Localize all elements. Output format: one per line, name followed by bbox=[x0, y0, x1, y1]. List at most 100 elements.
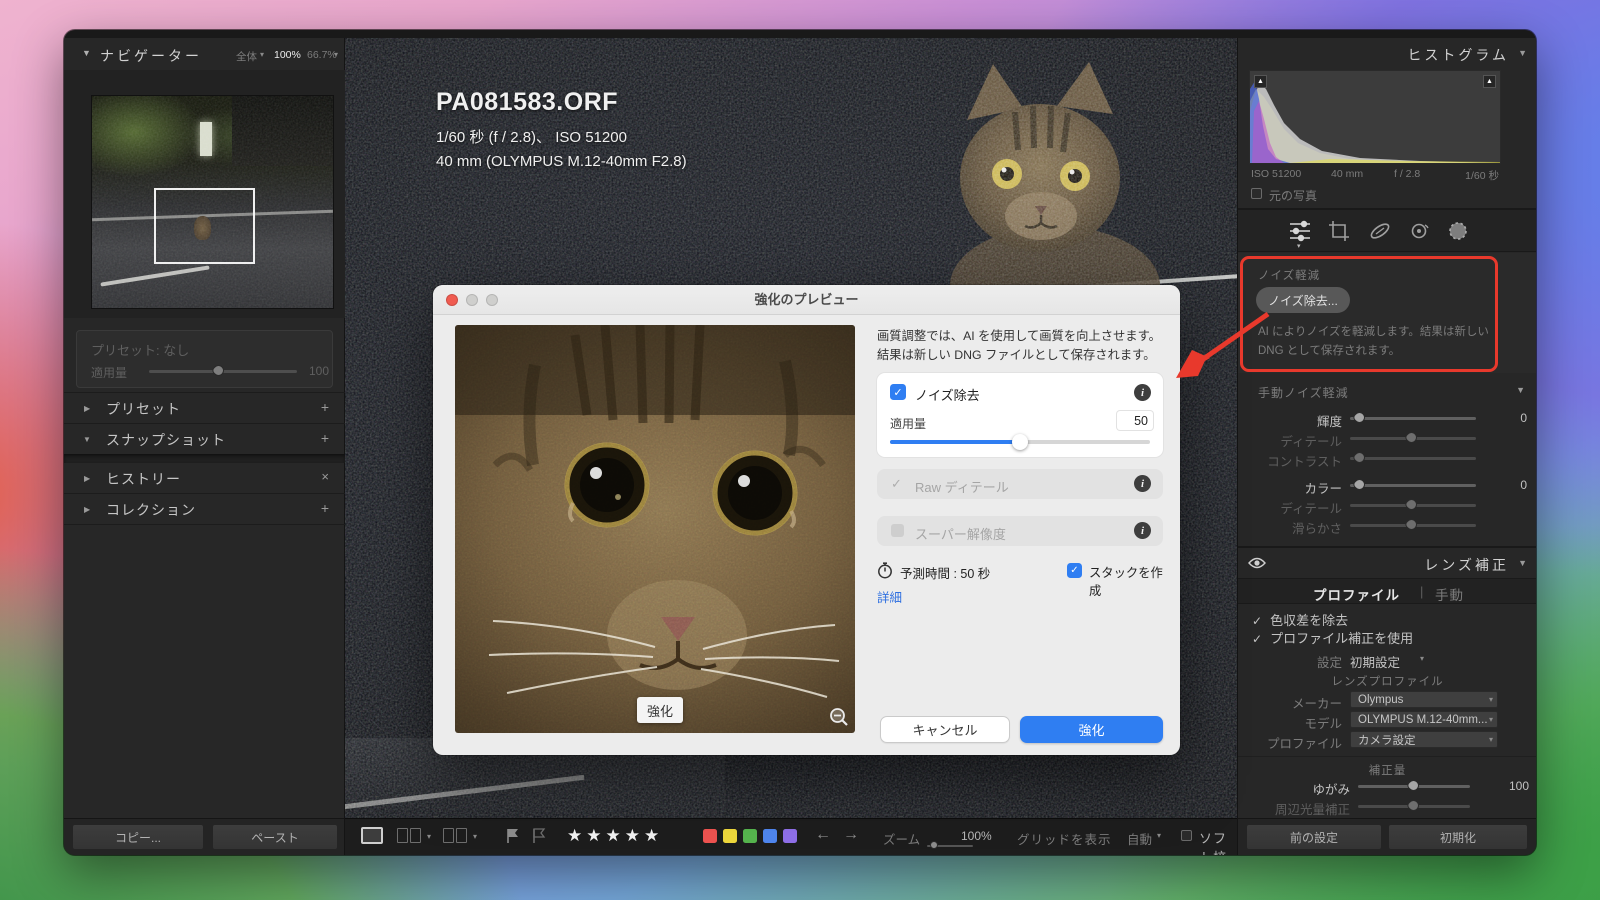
reset-button[interactable]: 初期化 bbox=[1388, 824, 1528, 850]
vignetting-slider[interactable] bbox=[1358, 805, 1470, 808]
zoom-slider[interactable] bbox=[927, 845, 973, 847]
navigator-zoom-100[interactable]: 100% bbox=[274, 49, 301, 61]
info-icon[interactable]: i bbox=[1134, 384, 1151, 401]
loupe-view-icon[interactable] bbox=[361, 827, 383, 844]
minimize-traffic-light[interactable] bbox=[466, 294, 478, 306]
zoom-traffic-light[interactable] bbox=[486, 294, 498, 306]
contrast-slider[interactable] bbox=[1350, 457, 1476, 460]
disclosure-triangle-icon[interactable]: ▼ bbox=[1518, 558, 1527, 568]
checkmark-icon[interactable]: ✓ bbox=[1252, 614, 1262, 628]
chevron-updown-icon[interactable]: ▾ bbox=[334, 50, 338, 59]
super-resolution-checkbox[interactable] bbox=[891, 524, 904, 537]
cancel-button[interactable]: キャンセル bbox=[880, 716, 1010, 743]
auto-button[interactable]: 自動 bbox=[1127, 829, 1152, 848]
sidebar-item-presets[interactable]: ▶ プリセット + bbox=[64, 393, 345, 423]
chevron-down-icon[interactable]: ▾ bbox=[1157, 831, 1161, 840]
color-detail-slider[interactable] bbox=[1350, 504, 1476, 507]
info-icon[interactable]: i bbox=[1134, 475, 1151, 492]
navigator-header[interactable]: ▼ ナビゲーター 全体 ▾ 100% 66.7% ▾ bbox=[64, 38, 345, 70]
histogram-header[interactable]: ヒストグラム ▼ bbox=[1238, 38, 1536, 66]
amount-value-field[interactable]: 50 bbox=[1117, 411, 1153, 430]
sidebar-item-collections[interactable]: ▶ コレクション + bbox=[64, 494, 345, 524]
soft-proof-checkbox[interactable] bbox=[1181, 830, 1192, 841]
disclosure-triangle-icon[interactable]: ▶ bbox=[84, 404, 90, 413]
clear-history-icon[interactable]: × bbox=[321, 469, 329, 484]
color-label-red[interactable] bbox=[703, 829, 717, 843]
chevron-down-icon[interactable]: ▾ bbox=[473, 832, 477, 841]
color-label-purple[interactable] bbox=[783, 829, 797, 843]
disclosure-triangle-icon[interactable]: ▼ bbox=[1516, 385, 1525, 395]
slider-thumb[interactable] bbox=[1352, 410, 1368, 426]
chevron-updown-icon[interactable]: ▾ bbox=[1420, 654, 1424, 663]
enable-profile-row[interactable]: ✓プロファイル補正を使用 bbox=[1252, 628, 1413, 644]
info-icon[interactable]: i bbox=[1134, 522, 1151, 539]
navigator-fit-mode[interactable]: 全体 bbox=[236, 49, 257, 64]
add-icon[interactable]: + bbox=[321, 500, 329, 516]
slider-thumb[interactable] bbox=[1404, 517, 1420, 533]
disclosure-triangle-icon[interactable]: ▶ bbox=[84, 474, 90, 483]
smoothness-slider[interactable] bbox=[1350, 524, 1476, 527]
disclosure-triangle-icon[interactable]: ▶ bbox=[84, 505, 90, 514]
color-label-blue[interactable] bbox=[763, 829, 777, 843]
copy-button[interactable]: コピー... bbox=[72, 824, 204, 850]
amount-slider[interactable] bbox=[890, 440, 1150, 444]
crop-icon[interactable] bbox=[1328, 220, 1352, 242]
navigator-thumbnail[interactable] bbox=[92, 96, 333, 308]
navigator-view-rect[interactable] bbox=[154, 188, 255, 264]
color-label-green[interactable] bbox=[743, 829, 757, 843]
setup-value[interactable]: 初期設定 bbox=[1350, 652, 1400, 671]
masking-icon[interactable] bbox=[1446, 220, 1470, 242]
add-icon[interactable]: + bbox=[321, 399, 329, 415]
slider-thumb[interactable] bbox=[1352, 477, 1368, 493]
color-label-yellow[interactable] bbox=[723, 829, 737, 843]
navigator-zoom-ratio[interactable]: 66.7% bbox=[307, 49, 337, 61]
sidebar-item-snapshots[interactable]: ▼ スナップショット + bbox=[64, 424, 345, 454]
sidebar-item-history[interactable]: ▶ ヒストリー × bbox=[64, 463, 345, 493]
dialog-titlebar[interactable]: 強化のプレビュー bbox=[433, 285, 1180, 315]
luminance-slider[interactable] bbox=[1350, 417, 1476, 420]
add-icon[interactable]: + bbox=[321, 430, 329, 446]
reject-flag-icon[interactable] bbox=[531, 828, 547, 844]
slider-thumb[interactable] bbox=[1012, 434, 1028, 450]
star-rating[interactable]: ★★★★★ bbox=[567, 826, 663, 846]
remove-ca-row[interactable]: ✓色収差を除去 bbox=[1252, 610, 1348, 626]
highlight-clipping-indicator[interactable]: ▲ bbox=[1483, 75, 1496, 88]
tab-profile[interactable]: プロファイル bbox=[1313, 584, 1400, 604]
slider-thumb[interactable] bbox=[1406, 778, 1422, 794]
zoom-out-magnifier-icon[interactable] bbox=[829, 707, 849, 727]
color-slider[interactable] bbox=[1350, 484, 1476, 487]
next-photo-arrow-icon[interactable]: → bbox=[843, 826, 859, 844]
slider-thumb[interactable] bbox=[1352, 450, 1368, 466]
details-link[interactable]: 詳細 bbox=[877, 587, 902, 606]
survey-view-icon[interactable] bbox=[443, 828, 469, 843]
distortion-slider[interactable] bbox=[1358, 785, 1470, 788]
checkmark-icon[interactable]: ✓ bbox=[1252, 632, 1262, 646]
original-photo-checkbox[interactable] bbox=[1251, 188, 1262, 199]
edit-sliders-icon[interactable] bbox=[1288, 220, 1312, 242]
previous-settings-button[interactable]: 前の設定 bbox=[1246, 824, 1382, 850]
maker-dropdown[interactable]: Olympus▾ bbox=[1350, 691, 1498, 708]
panel-visibility-eye-icon[interactable] bbox=[1248, 556, 1266, 570]
healing-brush-icon[interactable] bbox=[1368, 220, 1392, 242]
paste-button[interactable]: ペースト bbox=[212, 824, 338, 850]
denoise-checkbox[interactable]: ✓ bbox=[890, 384, 906, 400]
slider-thumb[interactable] bbox=[1406, 798, 1422, 814]
detail-slider[interactable] bbox=[1350, 437, 1476, 440]
close-traffic-light[interactable] bbox=[446, 294, 458, 306]
enhance-preview-image[interactable]: 強化 bbox=[455, 325, 855, 733]
red-eye-icon[interactable] bbox=[1408, 220, 1432, 242]
pick-flag-icon[interactable] bbox=[505, 828, 521, 844]
disclosure-triangle-icon[interactable]: ▼ bbox=[83, 435, 91, 444]
slider-thumb[interactable] bbox=[1404, 430, 1420, 446]
original-photo-row[interactable]: 元の写真 bbox=[1249, 186, 1501, 202]
tab-manual[interactable]: 手動 bbox=[1435, 584, 1464, 604]
disclosure-triangle-icon[interactable]: ▼ bbox=[82, 48, 91, 58]
shadow-clipping-indicator[interactable]: ▲ bbox=[1254, 75, 1267, 88]
previous-photo-arrow-icon[interactable]: ← bbox=[815, 826, 831, 844]
model-dropdown[interactable]: OLYMPUS M.12-40mm...▾ bbox=[1350, 711, 1498, 728]
create-stack-checkbox[interactable]: ✓ bbox=[1067, 563, 1082, 578]
profile-dropdown[interactable]: カメラ設定▾ bbox=[1350, 731, 1498, 748]
enhance-button[interactable]: 強化 bbox=[1020, 716, 1163, 743]
chevron-updown-icon[interactable]: ▾ bbox=[260, 50, 264, 59]
slider-thumb[interactable] bbox=[211, 363, 227, 379]
